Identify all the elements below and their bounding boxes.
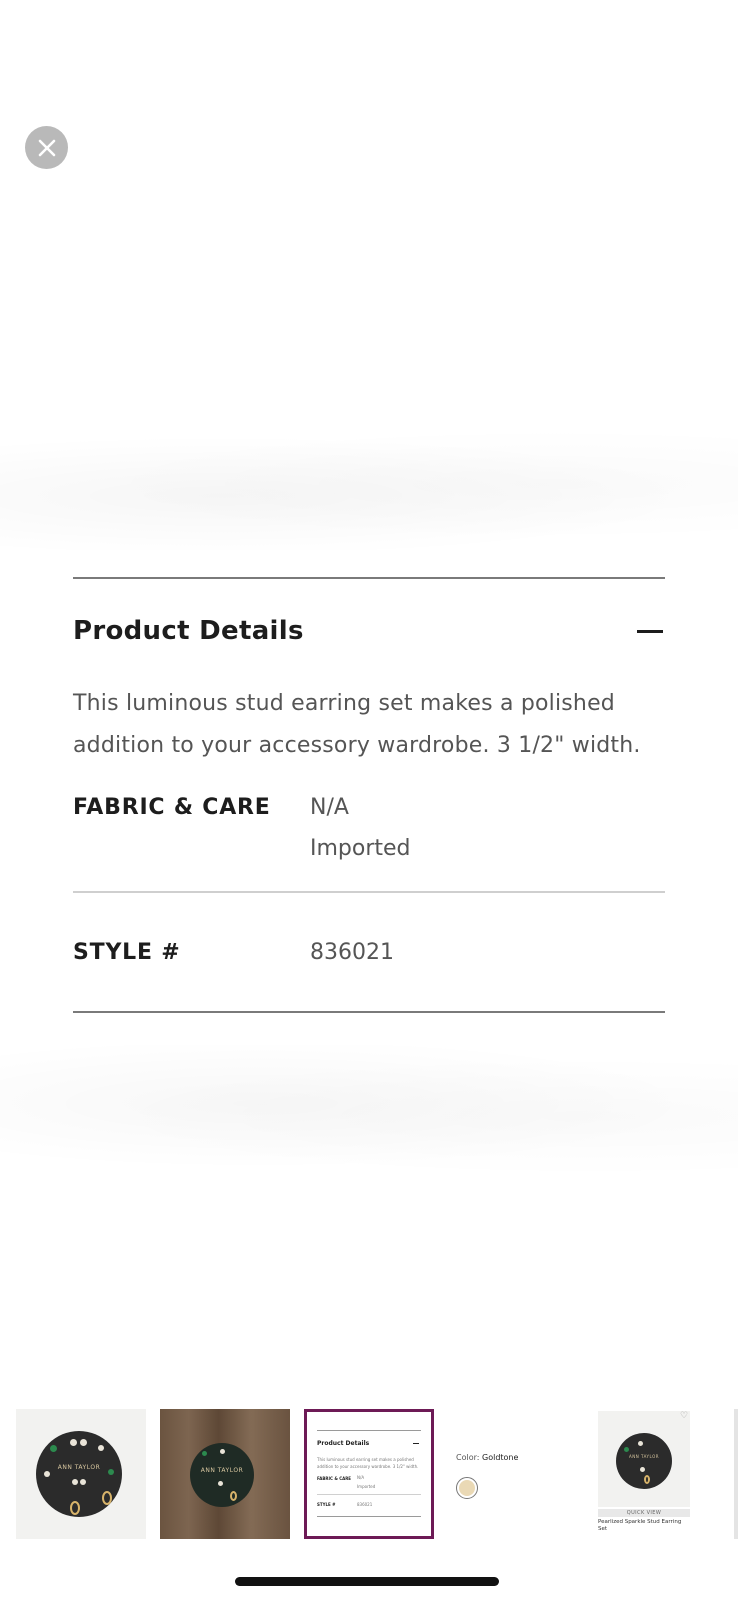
- earring-plate-image: ANN TAYLOR: [616, 1433, 672, 1489]
- mini-fabric-value: Imported: [357, 1484, 376, 1489]
- green-stud: [108, 1469, 114, 1475]
- gold-hoop: [644, 1475, 650, 1484]
- mini-description: This luminous stud earring set makes a p…: [317, 1457, 419, 1469]
- plate-brand-text: ANN TAYLOR: [200, 1467, 244, 1475]
- fabric-care-values: N/A Imported: [310, 787, 411, 869]
- thumbnail-strip[interactable]: ANN TAYLOR ANN TAYLOR Product Details Th…: [0, 1409, 738, 1541]
- quick-view-button[interactable]: QUICK VIEW: [598, 1509, 690, 1517]
- mini-minus-icon: [413, 1443, 419, 1444]
- crystal-stud: [218, 1481, 223, 1486]
- style-number-value: 836021: [310, 939, 394, 965]
- product-details-panel: Product Details This luminous stud earri…: [73, 577, 665, 1013]
- thumbnail-product-card[interactable]: ANN TAYLOR ♡ QUICK VIEW Pearlized Sparkl…: [594, 1409, 714, 1539]
- mini-fabric-value: N/A: [357, 1475, 365, 1480]
- product-details-title: Product Details: [73, 616, 304, 646]
- background-haze-bottom: [0, 1045, 738, 1175]
- style-number-row: STYLE # 836021: [73, 893, 665, 1011]
- background-haze-top: [0, 430, 738, 550]
- home-indicator[interactable]: [235, 1577, 499, 1586]
- product-description: This luminous stud earring set makes a p…: [73, 691, 641, 758]
- close-button[interactable]: [25, 126, 68, 169]
- pearl-stud: [638, 1441, 643, 1446]
- fabric-care-value: N/A: [310, 795, 349, 820]
- goldtone-swatch[interactable]: [456, 1477, 478, 1499]
- style-number-label: STYLE #: [73, 939, 181, 965]
- pearl-stud: [70, 1439, 77, 1446]
- pearl-stud: [80, 1439, 87, 1446]
- crystal-stud: [80, 1479, 86, 1485]
- divider-bottom: [73, 1011, 665, 1013]
- green-stud: [624, 1447, 629, 1452]
- product-details-header[interactable]: Product Details: [73, 579, 665, 683]
- thumbnail-color-selector[interactable]: Color: Goldtone: [448, 1409, 578, 1539]
- fabric-care-value: Imported: [310, 836, 411, 861]
- mini-divider: [317, 1494, 421, 1495]
- crystal-stud: [640, 1467, 645, 1472]
- mini-details-title: Product Details: [317, 1440, 370, 1447]
- fabric-care-label: FABRIC & CARE: [73, 795, 271, 820]
- gold-hoop: [70, 1501, 80, 1515]
- mini-divider: [317, 1430, 421, 1431]
- green-stud: [202, 1451, 207, 1456]
- green-stud: [50, 1445, 57, 1452]
- thumbnail-earring-on-wood[interactable]: ANN TAYLOR: [160, 1409, 290, 1539]
- heart-icon[interactable]: ♡: [680, 1411, 688, 1421]
- crystal-stud: [44, 1471, 50, 1477]
- earring-plate-image: ANN TAYLOR: [36, 1431, 122, 1517]
- mini-style-label: STYLE #: [317, 1502, 336, 1507]
- thumbnail-earring-display[interactable]: ANN TAYLOR: [16, 1409, 146, 1539]
- gold-hoop: [230, 1491, 237, 1501]
- color-value: Goldtone: [482, 1453, 519, 1462]
- mini-style-value: 836021: [357, 1502, 373, 1507]
- crystal-stud: [72, 1479, 78, 1485]
- crystal-stud: [98, 1445, 104, 1451]
- gold-hoop: [102, 1491, 112, 1505]
- product-card-image: ANN TAYLOR ♡: [598, 1411, 690, 1507]
- color-label: Color: Goldtone: [456, 1453, 518, 1462]
- plate-brand-text: ANN TAYLOR: [628, 1454, 659, 1460]
- color-label-prefix: Color:: [456, 1453, 480, 1462]
- product-card-name: Pearlized Sparkle Stud Earring Set: [598, 1519, 682, 1532]
- close-icon: [38, 139, 55, 156]
- fabric-care-row: FABRIC & CARE N/A Imported: [73, 787, 665, 869]
- mini-fabric-label: FABRIC & CARE: [317, 1476, 352, 1481]
- next-thumbnail-edge[interactable]: [734, 1409, 738, 1539]
- minus-icon[interactable]: [637, 629, 663, 633]
- pearl-stud: [220, 1449, 225, 1454]
- swatch-fill: [459, 1480, 475, 1496]
- earring-plate-image: ANN TAYLOR: [190, 1443, 254, 1507]
- mini-divider: [317, 1516, 421, 1517]
- thumbnail-product-details[interactable]: Product Details This luminous stud earri…: [304, 1409, 434, 1539]
